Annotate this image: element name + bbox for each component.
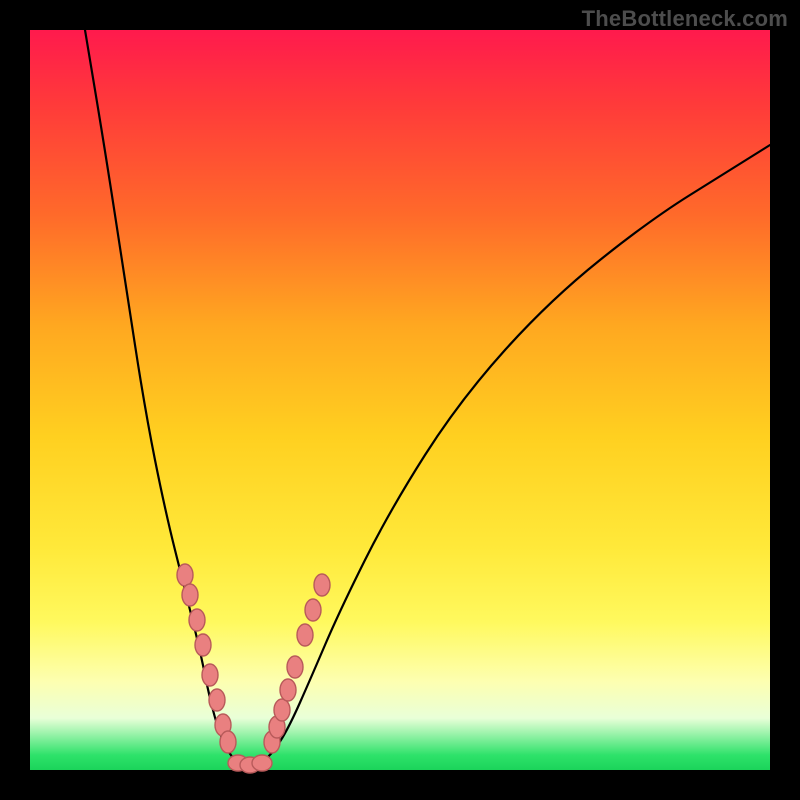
plot-area bbox=[30, 30, 770, 770]
watermark-text: TheBottleneck.com bbox=[582, 6, 788, 32]
data-bead bbox=[314, 574, 330, 596]
data-bead bbox=[220, 731, 236, 753]
curve-right-arm bbox=[260, 145, 770, 765]
data-bead bbox=[305, 599, 321, 621]
data-bead bbox=[209, 689, 225, 711]
data-bead bbox=[287, 656, 303, 678]
data-bead bbox=[189, 609, 205, 631]
data-bead bbox=[297, 624, 313, 646]
curve-left-arm bbox=[85, 30, 240, 765]
chart-frame: TheBottleneck.com bbox=[0, 0, 800, 800]
data-bead bbox=[195, 634, 211, 656]
data-bead bbox=[182, 584, 198, 606]
data-bead bbox=[280, 679, 296, 701]
data-bead bbox=[252, 755, 272, 771]
data-bead bbox=[202, 664, 218, 686]
curve-layer bbox=[30, 30, 770, 770]
data-bead bbox=[177, 564, 193, 586]
data-bead bbox=[274, 699, 290, 721]
